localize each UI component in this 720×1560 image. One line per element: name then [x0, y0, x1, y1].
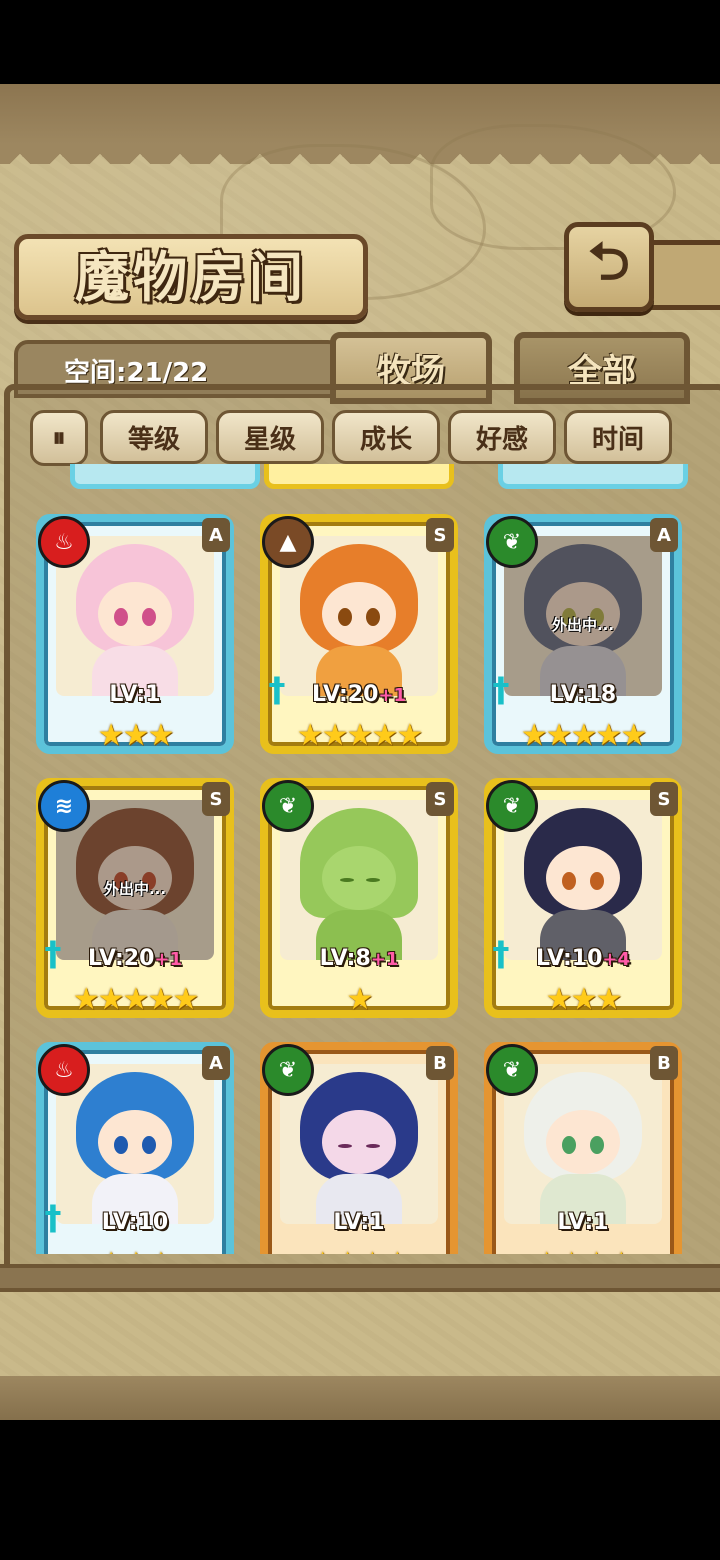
monster-level: LV:8+1	[268, 946, 450, 971]
rank-badge: B	[426, 1046, 454, 1080]
panel-bottom-border	[0, 1264, 720, 1292]
monster-level: LV:1	[492, 1210, 674, 1235]
level-text: LV:10	[535, 946, 603, 971]
status-bar	[0, 0, 720, 84]
level-bonus: +1	[378, 685, 407, 706]
level-text: LV:1	[109, 682, 161, 707]
leaf-element-icon: ❦	[486, 1044, 538, 1096]
water-element-icon: ≋	[38, 780, 90, 832]
star-rating: ★★★	[97, 718, 175, 753]
fire-element-icon: ♨	[38, 1044, 90, 1096]
page-title: 魔物房间	[75, 245, 307, 309]
monster-grid: ♨ A LV:1 ★★★ ▲ S † LV:20+1 ★★★★★ 外出中... …	[30, 464, 690, 1254]
star-rating: ★★★★★	[520, 718, 647, 753]
back-button[interactable]: ⮌	[564, 222, 654, 312]
level-bonus: +4	[602, 949, 631, 970]
rank-badge: S	[426, 518, 454, 552]
star-rating: ★★★	[545, 982, 623, 1017]
monster-card[interactable]: 外出中... ❦ A † LV:18 ★★★★★	[484, 514, 682, 754]
level-bonus: +1	[370, 949, 399, 970]
leaf-element-icon: ❦	[262, 1044, 314, 1096]
back-arrow-icon: ⮌	[588, 231, 630, 292]
level-text: LV:20	[87, 946, 155, 971]
monster-level: LV:20+1	[268, 682, 450, 707]
monster-card[interactable]: ♨ A LV:1 ★★★	[36, 514, 234, 754]
filter-time-button[interactable]: 时间	[564, 410, 672, 464]
monster-level: LV:18	[492, 682, 674, 707]
level-text: LV:1	[557, 1210, 609, 1235]
star-rating: ★★★★	[492, 1246, 674, 1254]
leaf-element-icon: ❦	[262, 780, 314, 832]
filter-star-button[interactable]: 星级	[216, 410, 324, 464]
level-bonus: +1	[154, 949, 183, 970]
star-rating: ★★★★★	[296, 718, 423, 753]
card-partial	[70, 464, 260, 489]
star-rating: ★★★★	[268, 1246, 450, 1254]
rank-badge: A	[202, 1046, 230, 1080]
rank-badge: B	[650, 1046, 678, 1080]
star-rating: ★	[346, 982, 374, 1017]
star-rating: ★★★	[44, 1246, 226, 1254]
monster-level: LV:1	[44, 682, 226, 707]
filter-level-button[interactable]: 等级	[100, 410, 208, 464]
monster-card[interactable]: ❦ B LV:1 ★★★★	[260, 1042, 458, 1254]
rank-badge: S	[202, 782, 230, 816]
rank-badge: A	[202, 518, 230, 552]
fire-element-icon: ♨	[38, 516, 90, 568]
level-text: LV:8	[319, 946, 371, 971]
level-text: LV:20	[311, 682, 379, 707]
level-text: LV:10	[101, 1210, 169, 1235]
monster-card[interactable]: ❦ S † LV:10+4 ★★★	[484, 778, 682, 1018]
monster-card[interactable]: ♨ A † LV:10 ★★★	[36, 1042, 234, 1254]
filter-affection-button[interactable]: 好感	[448, 410, 556, 464]
leaf-element-icon: ❦	[486, 516, 538, 568]
monster-level: LV:1	[268, 1210, 450, 1235]
monster-card[interactable]: ❦ S LV:8+1 ★	[260, 778, 458, 1018]
monster-level: LV:10+4	[492, 946, 674, 971]
page-title-plate: 魔物房间	[14, 234, 368, 320]
away-status: 外出中...	[103, 880, 167, 898]
filter-growth-button[interactable]: 成长	[332, 410, 440, 464]
leaf-element-icon: ❦	[486, 780, 538, 832]
monster-card[interactable]: ▲ S † LV:20+1 ★★★★★	[260, 514, 458, 754]
rank-badge: S	[650, 782, 678, 816]
star-rating: ★★★★★	[72, 982, 199, 1017]
filter-row: ⏸ 等级 星级 成长 好感 时间	[30, 408, 690, 466]
level-text: LV:18	[549, 682, 617, 707]
monster-level: LV:20+1	[44, 946, 226, 971]
away-status: 外出中...	[551, 616, 615, 634]
level-text: LV:1	[333, 1210, 385, 1235]
monster-card[interactable]: 外出中... ≋ S † LV:20+1 ★★★★★	[36, 778, 234, 1018]
card-partial	[264, 464, 454, 489]
bottom-border	[0, 1376, 720, 1420]
rank-badge: A	[650, 518, 678, 552]
rank-badge: S	[426, 782, 454, 816]
navigation-bar	[0, 1420, 720, 1560]
card-partial	[498, 464, 688, 489]
monster-card[interactable]: ❦ B LV:1 ★★★★	[484, 1042, 682, 1254]
sort-toggle-icon[interactable]: ⏸	[30, 410, 88, 466]
game-screen: 魔物房间 ⮌ 空间:21/22 牧场 全部 ⏸ 等级 星级 成长 好感 时间 ♨…	[0, 84, 720, 1420]
earth-element-icon: ▲	[262, 516, 314, 568]
monster-level: LV:10	[44, 1210, 226, 1235]
